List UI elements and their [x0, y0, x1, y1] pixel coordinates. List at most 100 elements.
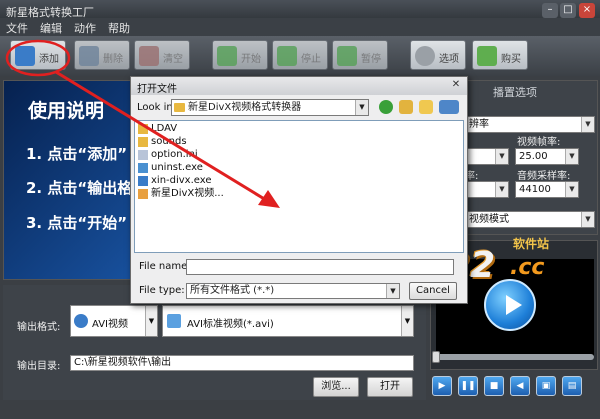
output-format-value: AVI视频 — [92, 319, 128, 330]
output-profile-value: AVI标准视频(*.avi) — [187, 319, 274, 330]
folder-icon — [138, 137, 148, 147]
view-menu-icon[interactable] — [439, 100, 459, 114]
buy-button[interactable]: 购买 — [472, 40, 528, 70]
seek-handle[interactable] — [432, 351, 440, 363]
toolbar: 添加 删除 清空 开始 停止 暂停 选项 购买 — [0, 36, 600, 76]
delete-file-icon — [79, 46, 99, 66]
chevron-down-icon: ▼ — [581, 212, 594, 227]
gear-icon — [415, 46, 435, 66]
folder-icon — [174, 103, 185, 112]
guide-title: 使用说明 — [28, 100, 105, 122]
pause-icon — [337, 46, 357, 66]
add-label: 添加 — [39, 54, 59, 65]
chevron-down-icon: ▼ — [565, 149, 578, 164]
file-name: 新星DivX视频... — [151, 188, 224, 199]
guide-step-2: 2. 点击“输出格 — [26, 179, 133, 197]
stop-button[interactable]: 停止 — [272, 40, 328, 70]
menu-help[interactable]: 帮助 — [102, 18, 136, 36]
file-name: sounds — [151, 136, 187, 147]
back-icon[interactable] — [379, 100, 393, 114]
cart-icon — [477, 46, 497, 66]
bitrate-select[interactable]: ▼ — [465, 181, 509, 198]
delete-button[interactable]: 删除 — [74, 40, 130, 70]
filetype-value: 所有文件格式 (*.*) — [190, 285, 275, 296]
list-item[interactable]: 新星DivX视频... — [137, 188, 224, 200]
list-item[interactable]: xin-divx.exe — [137, 175, 212, 187]
list-item[interactable]: sounds — [137, 136, 187, 148]
list-item[interactable]: LDAV — [137, 123, 177, 135]
output-format-select[interactable]: AVI视频 ▼ — [70, 305, 158, 337]
look-in-select[interactable]: 新星DivX视频格式转换器 ▼ — [171, 99, 369, 116]
samplerate-select[interactable]: 44100 ▼ — [515, 181, 579, 198]
guide-step-3: 3. 点击“开始” — [26, 214, 128, 232]
seek-slider[interactable] — [432, 351, 594, 363]
filetype-select[interactable]: 所有文件格式 (*.*) ▼ — [186, 283, 400, 299]
filename-input[interactable] — [186, 259, 454, 275]
cancel-button[interactable]: Cancel — [409, 282, 457, 300]
framerate-select[interactable]: 25.00 ▼ — [515, 148, 579, 165]
play-button[interactable]: ▶ — [432, 376, 452, 396]
file-name: LDAV — [151, 123, 178, 134]
film-icon — [167, 314, 181, 328]
add-button[interactable]: 添加 — [10, 40, 66, 70]
menu-action[interactable]: 动作 — [68, 18, 102, 36]
chevron-down-icon: ▼ — [495, 182, 508, 197]
volume-button[interactable]: ◀ — [510, 376, 530, 396]
output-dir-input[interactable]: C:\新星视频软件\输出 — [70, 355, 414, 371]
chevron-down-icon: ▼ — [495, 149, 508, 164]
dialog-title-bar: 打开文件 ✕ — [131, 77, 467, 95]
menu-bar: 文件 编辑 动作 帮助 — [0, 18, 600, 36]
look-in-value: 新星DivX视频格式转换器 — [188, 102, 302, 113]
chevron-down-icon: ▼ — [565, 182, 578, 197]
browse-button[interactable]: 浏览... — [313, 377, 359, 397]
file-name: xin-divx.exe — [151, 175, 212, 186]
stop-label: 停止 — [301, 54, 321, 65]
open-file-dialog: 打开文件 ✕ Look in: 新星DivX视频格式转换器 ▼ LDAV sou… — [130, 76, 468, 304]
stop-icon — [277, 46, 297, 66]
buy-label: 购买 — [501, 54, 521, 65]
resolution-select[interactable]: 辨率 ▼ — [465, 116, 595, 133]
file-name: option.ini — [151, 149, 198, 160]
clear-list-icon — [139, 46, 159, 66]
list-item[interactable]: option.ini — [137, 149, 198, 161]
framerate-value: 25.00 — [519, 151, 548, 162]
chevron-down-icon: ▼ — [581, 117, 594, 132]
settings-file-icon — [138, 150, 148, 160]
mode-value: 视频模式 — [469, 214, 509, 225]
clear-button[interactable]: 清空 — [134, 40, 190, 70]
samplerate-value: 44100 — [519, 184, 551, 195]
mode-select[interactable]: 视频模式 ▼ — [465, 211, 595, 228]
file-list: LDAV sounds option.ini uninst.exe xin-di… — [134, 120, 464, 253]
framerate-label: 视频帧率: — [517, 137, 561, 148]
menu-file[interactable]: 文件 — [0, 18, 34, 36]
options-button[interactable]: 选项 — [410, 40, 466, 70]
shortcut-icon — [138, 189, 148, 199]
stop-control-button[interactable]: ■ — [484, 376, 504, 396]
open-button[interactable]: 打开 — [367, 377, 413, 397]
samplerate-label: 音频采样率: — [517, 171, 571, 182]
maximize-icon[interactable]: □ — [560, 3, 576, 18]
watermark-tld: .cc — [510, 255, 545, 280]
folder-button[interactable]: ▤ — [562, 376, 582, 396]
close-icon[interactable]: × — [579, 3, 595, 18]
chevron-down-icon: ▼ — [386, 284, 399, 298]
guide-step-1: 1. 点击“添加” — [26, 145, 128, 163]
menu-edit[interactable]: 编辑 — [34, 18, 68, 36]
list-item[interactable]: uninst.exe — [137, 162, 203, 174]
options-label: 选项 — [439, 54, 459, 65]
output-dir-label: 输出目录: — [17, 361, 61, 372]
new-folder-icon[interactable] — [419, 100, 433, 114]
minimize-icon[interactable]: – — [542, 3, 558, 18]
pause-label: 暂停 — [361, 54, 381, 65]
close-icon[interactable]: ✕ — [449, 79, 463, 92]
pause-button[interactable]: 暂停 — [332, 40, 388, 70]
pause-control-button[interactable]: ❚❚ — [458, 376, 478, 396]
output-profile-select[interactable]: AVI标准视频(*.avi) ▼ — [162, 305, 414, 337]
filetype-label: File type: — [139, 285, 185, 296]
chevron-down-icon: ▼ — [355, 100, 368, 115]
snapshot-button[interactable]: ▣ — [536, 376, 556, 396]
up-folder-icon[interactable] — [399, 100, 413, 114]
size-select[interactable]: ▼ — [465, 148, 509, 165]
start-button[interactable]: 开始 — [212, 40, 268, 70]
dialog-title: 打开文件 — [137, 84, 177, 95]
